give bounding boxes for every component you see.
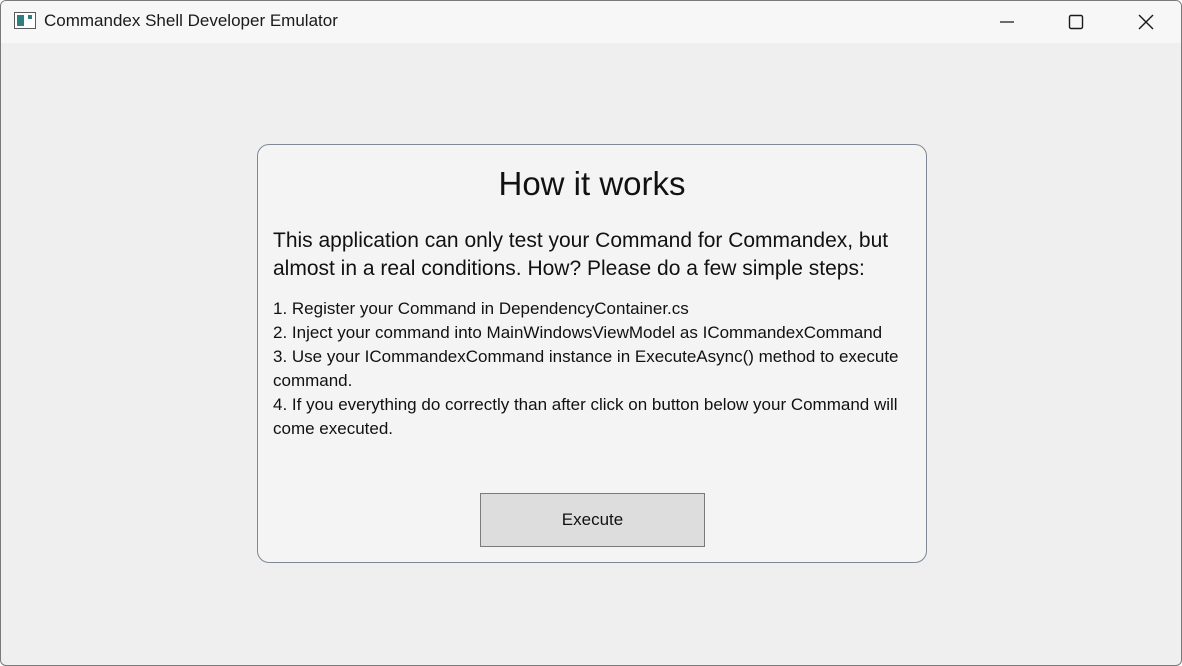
minimize-button[interactable]: [984, 1, 1030, 43]
step-item: 1. Register your Command in DependencyCo…: [273, 299, 689, 318]
minimize-icon: [1000, 21, 1014, 23]
step-item: 2. Inject your command into MainWindowsV…: [273, 323, 883, 342]
how-it-works-card: How it works This application can only t…: [257, 144, 927, 563]
close-icon: [1138, 14, 1154, 30]
close-button[interactable]: [1123, 1, 1169, 43]
steps-list: 1. Register your Command in DependencyCo…: [273, 297, 918, 441]
step-item: 4. If you everything do correctly than a…: [273, 395, 898, 438]
maximize-icon: [1068, 14, 1084, 30]
title-bar[interactable]: Commandex Shell Developer Emulator: [1, 1, 1181, 43]
step-item: 3. Use your ICommandexCommand instance i…: [273, 347, 899, 390]
app-window: Commandex Shell Developer Emulator How i…: [0, 0, 1182, 666]
card-title: How it works: [498, 165, 686, 202]
intro-text: This application can only test your Comm…: [273, 229, 889, 280]
window-title: Commandex Shell Developer Emulator: [44, 11, 338, 30]
maximize-button[interactable]: [1053, 1, 1099, 43]
app-window-icon: [14, 12, 36, 29]
execute-button[interactable]: Execute: [480, 493, 705, 547]
